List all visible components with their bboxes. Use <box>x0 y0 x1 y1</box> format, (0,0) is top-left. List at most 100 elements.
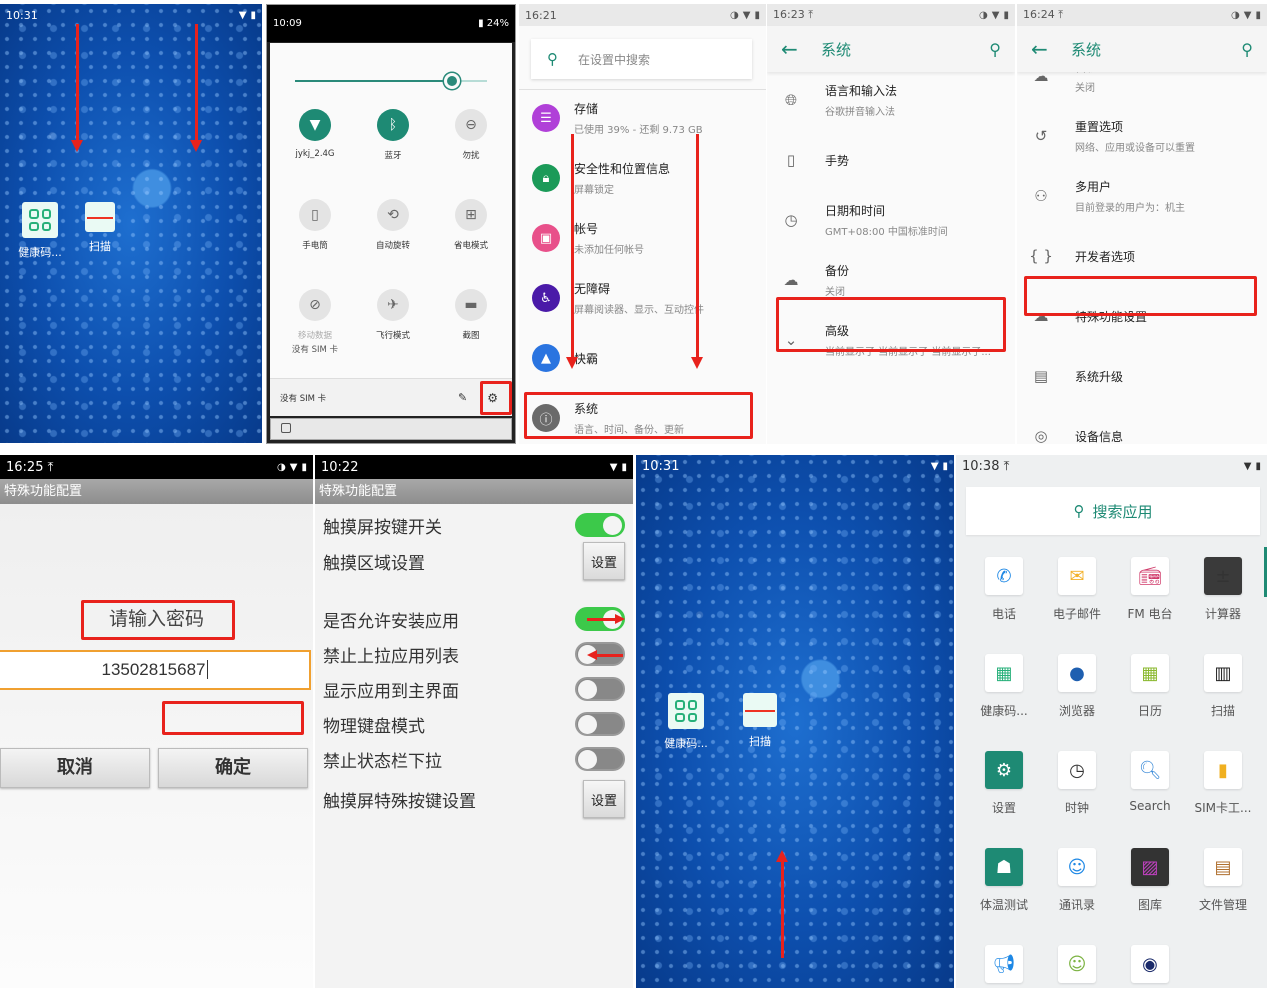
drawer-app[interactable]: ▥ 扫描 <box>1186 654 1260 719</box>
app-scan[interactable]: 扫描 <box>70 202 130 254</box>
system-item[interactable]: ▤ 系统升级 <box>1017 346 1267 406</box>
item-subtitle: GMT+08:00 中国标准时间 <box>825 227 948 238</box>
system-item[interactable]: ☁ 备份关闭 <box>767 250 1015 310</box>
brightness-slider[interactable] <box>295 73 487 89</box>
settings-item[interactable]: ☰ 存储 已使用 39% - 还剩 9.73 GB <box>519 88 766 148</box>
auto-rotate-icon: ⟲ <box>377 199 409 231</box>
system-item[interactable]: ⚇ 多用户 目前登录的用户为：机主 <box>1017 166 1267 226</box>
config-row: 触摸区域设置 设置 <box>323 542 625 580</box>
history-icon: ↺ <box>1034 127 1048 145</box>
drawer-app[interactable]: ☺ 通讯录 <box>1040 848 1114 913</box>
quick-tile[interactable]: ▯ 手电筒 <box>275 199 355 251</box>
drawer-app[interactable]: ▨ 图库 <box>1113 848 1187 913</box>
system-item[interactable]: ☁ 特殊功能设置 <box>1017 286 1267 346</box>
vibrate-icon: ◑ <box>1231 9 1240 21</box>
search-icon[interactable]: ⚲ <box>989 40 1001 59</box>
settings-item[interactable]: ▲ 快霸 <box>519 328 766 388</box>
config-toggle[interactable] <box>575 513 625 537</box>
quick-tile[interactable]: ᛒ 蓝牙 <box>353 109 433 161</box>
gear-icon[interactable]: ⚙ <box>487 391 498 405</box>
system-item[interactable]: ⌄ 高级 当前显示了 当前显示了 当前显示了... <box>767 310 1015 370</box>
app-label: 浏览器 <box>1058 704 1095 718</box>
system-item[interactable]: ↺ 重置选项 网络、应用或设备可以重置 <box>1017 106 1267 166</box>
back-arrow-icon[interactable]: ← <box>781 37 821 61</box>
pencil-icon[interactable]: ✎ <box>458 391 467 404</box>
vibrate-icon: ◑ <box>730 9 739 21</box>
drawer-app[interactable]: ± 计算器 <box>1186 557 1260 622</box>
config-set-button[interactable]: 设置 <box>583 780 625 818</box>
config-label: 禁止上拉应用列表 <box>323 646 459 667</box>
search-icon[interactable]: ⚲ <box>1241 40 1253 59</box>
settings-item[interactable]: ⓘ 系统 语言、时间、备份、更新 <box>519 388 766 444</box>
app-label: 设置 <box>991 801 1016 815</box>
globe-browser-icon: ● <box>1058 654 1096 692</box>
drawer-app[interactable]: ☗ 体温测试 <box>967 848 1041 913</box>
app-scan[interactable]: 扫描 <box>730 693 790 749</box>
drawer-app[interactable]: 🔍︎ Search <box>1113 751 1187 813</box>
quick-tile[interactable]: ▼ jykj_2.4G <box>275 109 355 159</box>
system-item[interactable]: ◎ 设备信息 <box>1017 406 1267 444</box>
quick-tile[interactable]: ▬ 截图 <box>431 289 511 341</box>
app-label: 健康码... <box>980 704 1028 718</box>
drawer-app[interactable]: ⚙ 设置 <box>967 751 1041 816</box>
quick-tile[interactable]: ⊞ 省电模式 <box>431 199 511 251</box>
app-label: 计算器 <box>1204 607 1241 621</box>
file-manager-icon: ▤ <box>1204 848 1242 886</box>
cancel-button[interactable]: 取消 <box>0 748 150 788</box>
drawer-app[interactable]: ▤ 文件管理 <box>1186 848 1260 913</box>
system-item[interactable]: { } 开发者选项 <box>1017 226 1267 286</box>
airplane-icon: ✈ <box>377 289 409 321</box>
config-set-button[interactable]: 设置 <box>583 542 625 580</box>
brightness-knob[interactable] <box>444 73 461 89</box>
config-toggle[interactable] <box>575 712 625 736</box>
swipe-down-arrow <box>71 24 83 152</box>
confirm-button[interactable]: 确定 <box>158 748 308 788</box>
upload-icon: ⤒ <box>1003 458 1010 474</box>
drawer-app[interactable]: ☺ <box>1040 945 1114 988</box>
search-apps-input[interactable]: ⚲ 搜索应用 <box>966 487 1260 535</box>
drawer-app[interactable]: ● 浏览器 <box>1040 654 1114 719</box>
config-toggle[interactable] <box>575 747 625 771</box>
quick-tile[interactable]: ⊖ 勿扰 <box>431 109 511 161</box>
drawer-app[interactable]: ▮ SIM卡工... <box>1186 751 1260 816</box>
settings-item[interactable]: ▣ 帐号 未添加任何帐号 <box>519 208 766 268</box>
quick-tile[interactable]: ✈ 飞行模式 <box>353 289 433 341</box>
drawer-app[interactable]: 📢︎ <box>967 945 1041 988</box>
mobile-data-icon: ⊘ <box>299 289 331 321</box>
item-title: 手势 <box>825 153 850 168</box>
item-subtitle: 目前登录的用户为：机主 <box>1075 203 1185 214</box>
config-toggle[interactable] <box>575 677 625 701</box>
drawer-app[interactable]: ▦ 健康码... <box>967 654 1041 719</box>
braces-icon: { } <box>1029 247 1053 265</box>
quick-tile[interactable]: ⊘ 移动数据 没有 SIM 卡 <box>275 289 355 355</box>
quick-tile[interactable]: ⟲ 自动旋转 <box>353 199 433 251</box>
swipe-down-arrow <box>190 24 202 152</box>
item-subtitle: 已使用 39% - 还剩 9.73 GB <box>574 125 703 136</box>
swipe-up-arrow <box>776 850 788 958</box>
toggle-on-arrow <box>587 614 625 624</box>
system-item[interactable]: ◷ 日期和时间 GMT+08:00 中国标准时间 <box>767 190 1015 250</box>
system-item[interactable]: ▯ 手势 <box>767 130 1015 190</box>
quick-settings-panel: 10:09 ▮ 24% ▼ jykj_2.4G ᛒ 蓝牙 ⊖ 勿扰 ▯ 手电筒 ⟲ 自动旋转 ⊞ 省电… <box>266 4 516 444</box>
recents-icon[interactable] <box>281 423 291 433</box>
storage-icon: ☰ <box>532 104 560 132</box>
system-item[interactable]: 🌐︎ 语言和输入法 谷歌拼音输入法 <box>767 70 1015 130</box>
password-input[interactable]: 13502815687 <box>0 650 311 690</box>
drawer-app[interactable]: ✉ 电子邮件 <box>1040 557 1114 622</box>
status-bar: 16:25 ⤒ ◑ ▼ ▮ <box>0 455 313 479</box>
settings-item[interactable]: ♿︎ 无障碍 屏幕阅读器、显示、互动控件 <box>519 268 766 328</box>
back-arrow-icon[interactable]: ← <box>1031 37 1071 61</box>
system-update-icon: ▤ <box>1033 367 1049 385</box>
settings-item[interactable]: 🔒︎ 安全性和位置信息 屏幕锁定 <box>519 148 766 208</box>
drawer-app[interactable]: ✆ 电话 <box>967 557 1041 622</box>
settings-search-input[interactable]: ⚲ 在设置中搜索 <box>531 39 752 79</box>
drawer-app[interactable]: ◷ 时钟 <box>1040 751 1114 816</box>
app-label: 扫描 <box>89 240 111 253</box>
app-health-code[interactable]: 健康码... <box>10 202 70 260</box>
drawer-app[interactable]: ▦ 日历 <box>1113 654 1187 719</box>
drawer-app[interactable]: 📻︎ FM 电台 <box>1113 557 1187 622</box>
drawer-app[interactable]: ◉ <box>1113 945 1187 988</box>
home-screen-panel-2: 10:31 ▼ ▮ 健康码... 扫描 <box>636 455 954 988</box>
cloud-backup-icon: ☁ <box>783 271 799 289</box>
app-health-code[interactable]: 健康码... <box>656 693 716 751</box>
